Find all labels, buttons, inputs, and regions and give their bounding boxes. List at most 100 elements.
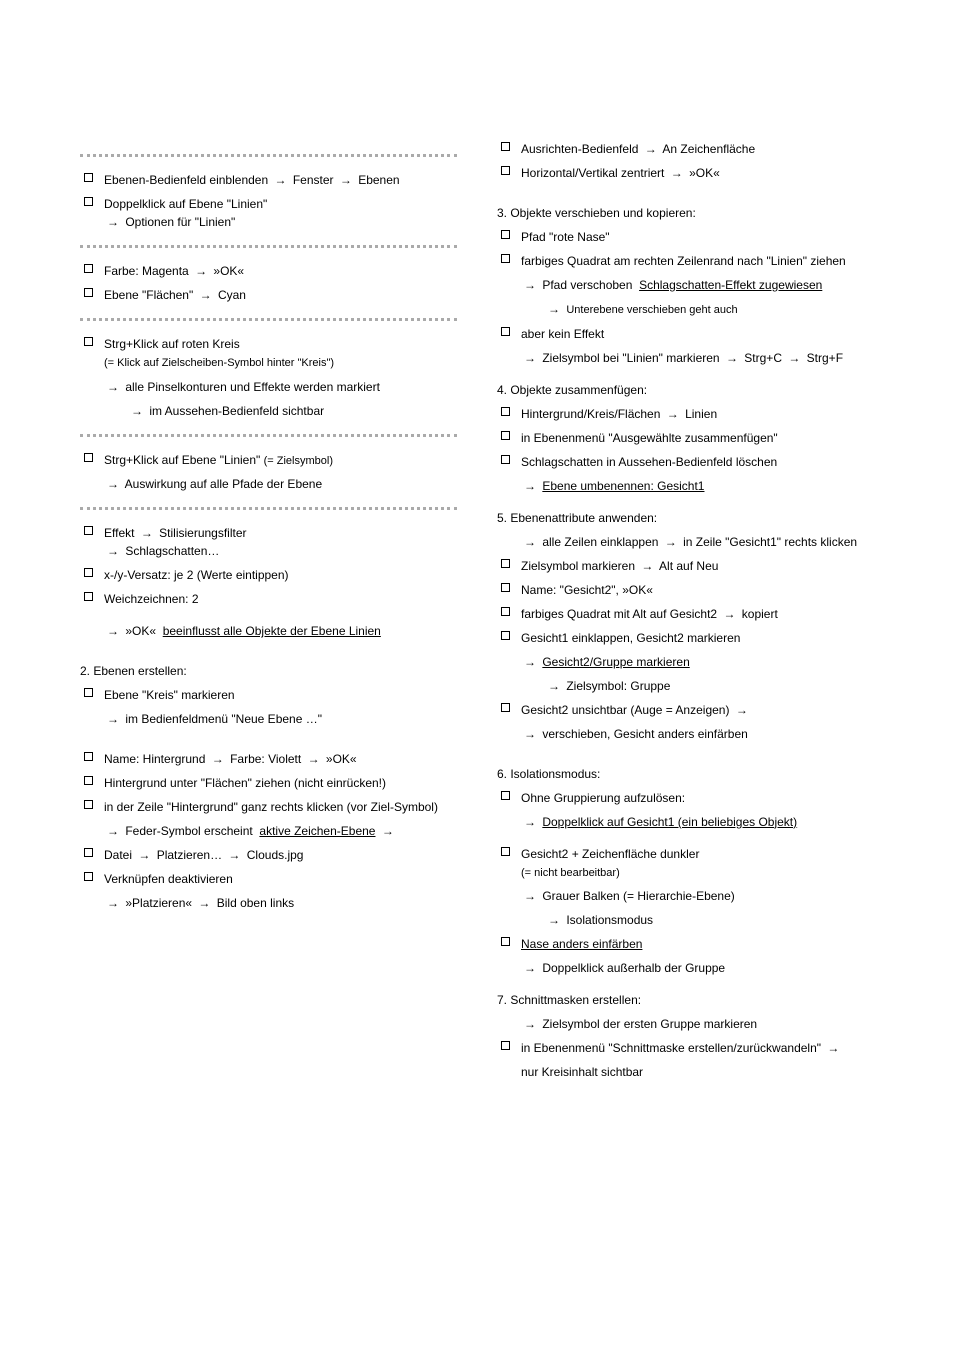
sub-text: Doppelklick auf Gesicht1 (ein beliebiges… bbox=[542, 815, 797, 829]
arrow-icon: → bbox=[524, 1015, 536, 1033]
list-item: Ebene "Kreis" markieren bbox=[80, 686, 457, 704]
item-text: x-/y-Versatz: je 2 (Werte eintippen) bbox=[104, 568, 289, 582]
checkbox-icon bbox=[501, 230, 510, 239]
item-text: Name: "Gesicht2", »OK« bbox=[521, 583, 653, 597]
arrow-icon: → bbox=[212, 750, 224, 768]
item-path: Schlagschatten… bbox=[125, 544, 219, 558]
item-text: Ausrichten-Bedienfeld bbox=[521, 142, 638, 156]
list-item: Doppelklick auf Ebene "Linien" → Optione… bbox=[80, 195, 457, 231]
item-text: farbiges Quadrat mit Alt auf Gesicht2 bbox=[521, 607, 717, 621]
divider bbox=[80, 154, 457, 157]
arrow-icon: → bbox=[524, 959, 536, 977]
arrow-icon: → bbox=[131, 402, 143, 420]
sub-item: → alle Pinselkonturen und Effekte werden… bbox=[80, 378, 457, 396]
item-text: Ohne Gruppierung aufzulösen: bbox=[521, 791, 685, 805]
divider bbox=[80, 507, 457, 510]
item-text: alle Zeilen einklappen bbox=[542, 535, 658, 549]
item-path: Bild oben links bbox=[217, 896, 294, 910]
item-text: Horizontal/Vertikal zentriert bbox=[521, 166, 664, 180]
item-path: »OK« bbox=[689, 166, 720, 180]
checkbox-icon bbox=[501, 455, 510, 464]
arrow-icon: → bbox=[524, 533, 536, 551]
checkbox-icon bbox=[84, 776, 93, 785]
list-item: farbiges Quadrat mit Alt auf Gesicht2 → … bbox=[497, 605, 874, 623]
checkbox-icon bbox=[501, 254, 510, 263]
checkbox-icon bbox=[84, 337, 93, 346]
checkbox-icon bbox=[501, 1041, 510, 1050]
arrow-icon: → bbox=[723, 605, 735, 623]
item-text: Nase anders einfärben bbox=[521, 937, 642, 951]
sub-text: Pfad verschoben bbox=[542, 278, 632, 292]
item-text: Farbe: Magenta bbox=[104, 264, 189, 278]
sub-item: → »Platzieren« → Bild oben links bbox=[80, 894, 457, 912]
sub-item: → verschieben, Gesicht anders einfärben bbox=[497, 725, 874, 743]
checkbox-icon bbox=[84, 173, 93, 182]
item-text: Ebene "Kreis" markieren bbox=[104, 688, 235, 702]
sub-item: → Auswirkung auf alle Pfade der Ebene bbox=[80, 475, 457, 493]
list-item: Strg+Klick auf roten Kreis (= Klick auf … bbox=[80, 335, 457, 372]
item-text: Name: Hintergrund bbox=[104, 752, 205, 766]
subsub-item: → Unterebene verschieben geht auch bbox=[497, 300, 874, 319]
checkbox-icon bbox=[84, 688, 93, 697]
item-path: verschieben, Gesicht anders einfärben bbox=[542, 727, 747, 741]
item-path: Optionen für "Linien" bbox=[125, 215, 235, 229]
item-text: in der Zeile "Hintergrund" ganz rechts k… bbox=[104, 800, 438, 814]
item-text: Gesicht2 unsichtbar (Auge = Anzeigen) bbox=[521, 703, 729, 717]
sub-item: → »OK« beeinflusst alle Objekte der Eben… bbox=[80, 622, 457, 640]
arrow-icon: → bbox=[107, 475, 119, 493]
list-item: Nase anders einfärben bbox=[497, 935, 874, 953]
item-text: Hintergrund unter "Flächen" ziehen (nich… bbox=[104, 776, 386, 790]
arrow-icon: → bbox=[548, 300, 560, 318]
list-item: Schlagschatten in Aussehen-Bedienfeld lö… bbox=[497, 453, 874, 471]
item-text: Weichzeichnen: 2 bbox=[104, 592, 199, 606]
list-item: Hintergrund unter "Flächen" ziehen (nich… bbox=[80, 774, 457, 792]
checkbox-icon bbox=[84, 752, 93, 761]
checkbox-icon bbox=[501, 142, 510, 151]
arrow-icon: → bbox=[736, 701, 748, 719]
checkbox-icon bbox=[84, 526, 93, 535]
checkbox-icon bbox=[501, 431, 510, 440]
section-title: 4. Objekte zusammenfügen: bbox=[497, 381, 874, 399]
subsub-item: → Zielsymbol: Gruppe bbox=[497, 677, 874, 695]
checkbox-icon bbox=[501, 937, 510, 946]
list-item: Hintergrund/Kreis/Flächen → Linien bbox=[497, 405, 874, 423]
section-title: 7. Schnittmasken erstellen: bbox=[497, 991, 874, 1009]
arrow-icon: → bbox=[641, 557, 653, 575]
item-path: An Zeichenfläche bbox=[662, 142, 755, 156]
arrow-icon: → bbox=[667, 405, 679, 423]
checkbox-icon bbox=[501, 166, 510, 175]
divider bbox=[80, 318, 457, 321]
item-text: Zielsymbol markieren bbox=[521, 559, 635, 573]
list-item: Weichzeichnen: 2 bbox=[80, 590, 457, 608]
arrow-icon: → bbox=[340, 171, 352, 189]
sub-text: »OK« bbox=[125, 624, 156, 638]
arrow-icon: → bbox=[524, 813, 536, 831]
list-item: Zielsymbol markieren → Alt auf Neu bbox=[497, 557, 874, 575]
item-text: Effekt bbox=[104, 526, 134, 540]
arrow-icon: → bbox=[107, 894, 119, 912]
arrow-icon: → bbox=[195, 262, 207, 280]
arrow-icon: → bbox=[524, 653, 536, 671]
item-text: aber kein Effekt bbox=[521, 327, 604, 341]
arrow-icon: → bbox=[107, 542, 119, 560]
item-note: beeinflusst alle Objekte der Ebene Linie… bbox=[163, 624, 381, 638]
item-hint: (= Klick auf Zielscheiben-Symbol hinter … bbox=[104, 357, 334, 369]
item-text: Pfad "rote Nase" bbox=[521, 230, 610, 244]
arrow-icon: → bbox=[548, 911, 560, 929]
item-text: farbiges Quadrat am rechten Zeilenrand n… bbox=[521, 254, 846, 268]
item-path: im Bedienfeldmenü "Neue Ebene …" bbox=[125, 712, 322, 726]
checkbox-icon bbox=[84, 872, 93, 881]
item-path: in Zeile "Gesicht1" rechts klicken bbox=[683, 535, 857, 549]
list-item: Name: Hintergrund → Farbe: Violett → »OK… bbox=[80, 750, 457, 768]
arrow-icon: → bbox=[107, 378, 119, 396]
item-path: Alt auf Neu bbox=[659, 559, 718, 573]
arrow-icon: → bbox=[788, 349, 800, 367]
list-item: aber kein Effekt bbox=[497, 325, 874, 343]
sub-text: nur Kreisinhalt sichtbar bbox=[521, 1065, 643, 1079]
checkbox-icon bbox=[501, 607, 510, 616]
item-hint: (= nicht bearbeitbar) bbox=[521, 867, 620, 879]
subsub-item: → im Aussehen-Bedienfeld sichtbar bbox=[80, 402, 457, 420]
arrow-icon: → bbox=[228, 846, 240, 864]
sub-item: → Feder-Symbol erscheint aktive Zeichen-… bbox=[80, 822, 457, 840]
checkbox-icon bbox=[501, 703, 510, 712]
